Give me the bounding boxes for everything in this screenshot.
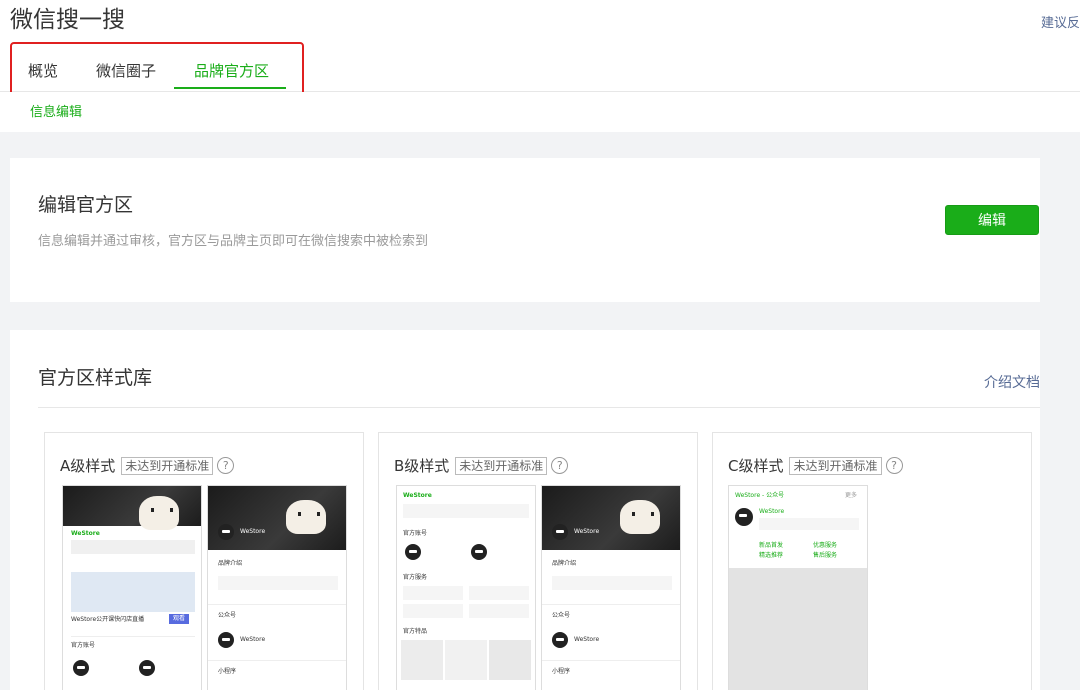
status-badge: 未达到开通标准 <box>121 456 214 475</box>
style-card-header: B级样式 未达到开通标准 ? <box>394 455 569 476</box>
preview-service-item <box>469 586 529 600</box>
preview-brand: WeStore <box>403 492 432 499</box>
preview-brand: WeStore <box>71 530 100 537</box>
preview-text-block <box>759 518 859 530</box>
style-title: A级样式 <box>60 457 116 475</box>
style-card-header: C级样式 未达到开通标准 ? <box>728 455 903 476</box>
preview-brand: WeStore <box>759 508 785 515</box>
preview-text-block <box>218 576 338 590</box>
preview-section-accounts: 官方账号 <box>403 530 428 537</box>
edit-section-description: 信息编辑并通过审核，官方区与品牌主页即可在微信搜索中被检索到 <box>38 234 429 249</box>
style-title: B级样式 <box>394 457 450 475</box>
style-card-a[interactable]: A级样式 未达到开通标准 ? WeStore WeStore公开课快闪店直播 观… <box>44 432 364 690</box>
divider <box>208 660 346 661</box>
preview-link: 精选推荐 <box>759 552 784 559</box>
help-icon[interactable]: ? <box>217 457 235 474</box>
lamp-image <box>286 500 326 534</box>
avatar <box>139 660 155 676</box>
divider <box>71 636 195 637</box>
lamp-image <box>139 496 179 530</box>
preview-link: 新品首发 <box>759 542 784 549</box>
lamp-image <box>620 500 660 534</box>
preview-brand-public: WeStore <box>240 636 266 643</box>
edit-section-title: 编辑官方区 <box>38 194 134 216</box>
preview-more: 更多 <box>845 492 858 499</box>
preview-empty-area <box>729 568 867 690</box>
preview-text-block <box>403 504 529 518</box>
subtab-info-edit[interactable]: 信息编辑 <box>30 101 82 120</box>
avatar <box>405 544 421 560</box>
preview-phone-a-detail: WeStore 品牌介绍 公众号 WeStore 小程序 <box>207 485 347 690</box>
preview-section-public: 公众号 <box>218 612 237 619</box>
preview-phone-c: WeStore - 公众号 更多 WeStore 新品首发 优惠服务 精选推荐 … <box>728 485 868 690</box>
preview-section-intro: 品牌介绍 <box>218 560 243 567</box>
help-icon[interactable]: ? <box>885 457 903 474</box>
avatar <box>552 524 568 540</box>
style-library-title: 官方区样式库 <box>38 367 153 389</box>
intro-doc-link[interactable]: 介绍文档 <box>984 372 1040 392</box>
preview-live-title: WeStore公开课快闪店直播 <box>71 616 145 623</box>
preview-section-accounts: 官方账号 <box>71 642 96 649</box>
preview-link: 优惠服务 <box>813 542 838 549</box>
preview-goods-tshirt <box>489 640 531 680</box>
preview-section-mini: 小程序 <box>218 668 237 675</box>
preview-phone-b-main: WeStore 官方账号 官方服务 官方特品 <box>396 485 536 690</box>
preview-section-goods: 官方特品 <box>403 628 428 635</box>
style-card-header: A级样式 未达到开通标准 ? <box>60 455 235 476</box>
preview-service-item <box>403 604 463 618</box>
status-badge: 未达到开通标准 <box>789 456 882 475</box>
style-card-b[interactable]: B级样式 未达到开通标准 ? WeStore 官方账号 官方服务 官方特品 We… <box>378 432 698 690</box>
divider <box>542 604 680 605</box>
sub-nav: 信息编辑 <box>0 92 1080 132</box>
avatar <box>735 508 753 526</box>
preview-watch-button: 观看 <box>169 614 190 624</box>
avatar <box>552 632 568 648</box>
preview-section-mini: 小程序 <box>552 668 571 675</box>
divider <box>208 604 346 605</box>
preview-goods-doll <box>445 640 487 680</box>
preview-service-item <box>469 604 529 618</box>
edit-official-zone-card: 编辑官方区 信息编辑并通过审核，官方区与品牌主页即可在微信搜索中被检索到 编辑 <box>10 158 1040 302</box>
help-icon[interactable]: ? <box>551 457 569 474</box>
status-badge: 未达到开通标准 <box>455 456 548 475</box>
style-library-card: 官方区样式库 介绍文档 A级样式 未达到开通标准 ? WeStore WeSto… <box>10 330 1040 690</box>
preview-brand-public: WeStore - 公众号 <box>735 492 785 499</box>
avatar <box>471 544 487 560</box>
style-card-c[interactable]: C级样式 未达到开通标准 ? WeStore - 公众号 更多 WeStore … <box>712 432 1032 690</box>
avatar <box>73 660 89 676</box>
feedback-link[interactable]: 建议反 <box>1041 12 1080 31</box>
preview-brand-public: WeStore <box>574 636 600 643</box>
preview-section-services: 官方服务 <box>403 574 428 581</box>
preview-brand: WeStore <box>574 528 600 535</box>
divider <box>38 407 1040 408</box>
preview-link: 售后服务 <box>813 552 838 559</box>
avatar <box>218 632 234 648</box>
style-title: C级样式 <box>728 457 784 475</box>
preview-text-block <box>552 576 672 590</box>
avatar <box>218 524 234 540</box>
preview-phone-a-main: WeStore WeStore公开课快闪店直播 观看 官方账号 <box>62 485 202 690</box>
highlight-annotation-box <box>10 42 304 98</box>
preview-desc <box>71 540 195 554</box>
preview-goods-cap <box>401 640 443 680</box>
edit-button[interactable]: 编辑 <box>945 205 1039 235</box>
page-title: 微信搜一搜 <box>10 7 125 33</box>
preview-section-public: 公众号 <box>552 612 571 619</box>
preview-service-item <box>403 586 463 600</box>
preview-phone-b-detail: WeStore 品牌介绍 公众号 WeStore 小程序 <box>541 485 681 690</box>
divider <box>542 660 680 661</box>
preview-section-intro: 品牌介绍 <box>552 560 577 567</box>
preview-brand: WeStore <box>240 528 266 535</box>
preview-image <box>63 486 201 526</box>
preview-live-image <box>71 572 195 612</box>
